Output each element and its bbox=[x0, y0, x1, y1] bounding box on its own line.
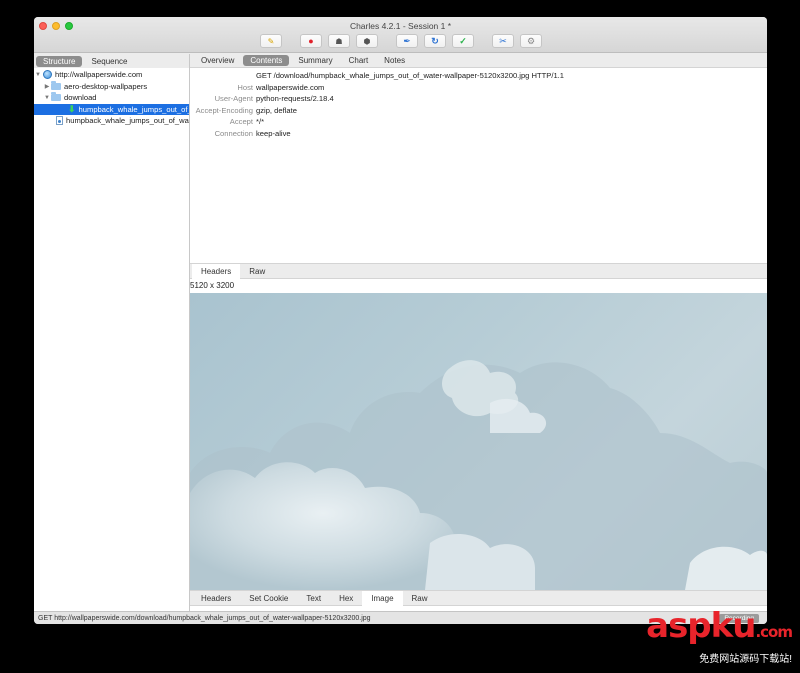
header-row: Host wallpaperswide.com bbox=[190, 82, 767, 94]
repeat-button[interactable]: ↻ bbox=[424, 34, 446, 48]
folder-icon bbox=[51, 80, 61, 91]
cloud-image bbox=[190, 360, 767, 590]
refresh-icon: ↻ bbox=[431, 35, 439, 46]
throttle-button[interactable]: ☗ bbox=[328, 34, 350, 48]
status-text: GET http://wallpaperswide.com/download/h… bbox=[38, 614, 371, 622]
title-bar: Charles 4.2.1 - Session 1 * ✎ ● ☗ ⬢ ✒ ↻ … bbox=[34, 17, 767, 53]
record-icon: ● bbox=[308, 36, 314, 46]
broom-icon: ✎ bbox=[267, 36, 275, 46]
sidebar: Structure Sequence ▼ http://wallpaperswi… bbox=[34, 54, 190, 611]
header-row: User-Agent python-requests/2.18.4 bbox=[190, 93, 767, 105]
structure-tree: ▼ http://wallpaperswide.com ▶ aero-deskt… bbox=[34, 68, 189, 127]
tab-notes[interactable]: Notes bbox=[377, 55, 412, 66]
response-image-preview bbox=[190, 293, 767, 590]
tree-item-download[interactable]: ▼ download bbox=[34, 92, 189, 104]
watermark: aspku.com 免费网站源码下载站! bbox=[646, 606, 793, 665]
request-line: GET /download/humpback_whale_jumps_out_o… bbox=[256, 71, 565, 81]
tree-item-label: humpback_whale_jumps_out_of_water-wallpa… bbox=[66, 116, 189, 126]
request-line-row: GET /download/humpback_whale_jumps_out_o… bbox=[190, 70, 767, 82]
tree-item-aero-desktop-wallpapers[interactable]: ▶ aero-desktop-wallpapers bbox=[34, 80, 189, 93]
tree-item-label: humpback_whale_jumps_out_of_water-wallpa… bbox=[78, 104, 189, 114]
charles-window: Charles 4.2.1 - Session 1 * ✎ ● ☗ ⬢ ✒ ↻ … bbox=[34, 17, 767, 624]
header-key: Connection bbox=[214, 128, 253, 138]
tab-response-headers[interactable]: Headers bbox=[192, 591, 240, 606]
tab-sequence[interactable]: Sequence bbox=[84, 56, 134, 67]
tree-item-host[interactable]: ▼ http://wallpaperswide.com bbox=[34, 69, 189, 81]
turtle-icon: ☗ bbox=[335, 36, 343, 46]
content-tabs: Overview Contents Summary Chart Notes bbox=[190, 54, 767, 68]
chevron-right-icon[interactable]: ▶ bbox=[43, 83, 51, 90]
record-button[interactable]: ● bbox=[300, 34, 322, 48]
tools-icon: ✂ bbox=[499, 35, 507, 46]
content-panel: Overview Contents Summary Chart Notes GE… bbox=[190, 54, 767, 611]
tab-request-raw[interactable]: Raw bbox=[240, 264, 274, 279]
header-value: keep-alive bbox=[256, 128, 291, 138]
header-key: Host bbox=[237, 82, 253, 92]
main-area: Structure Sequence ▼ http://wallpaperswi… bbox=[34, 54, 767, 611]
request-subtabs: Headers Raw bbox=[190, 263, 767, 279]
toolbar: ✎ ● ☗ ⬢ ✒ ↻ ✓ ✂ ⚙ bbox=[34, 34, 767, 50]
tree-item-request[interactable]: humpback_whale_jumps_out_of_water-wallpa… bbox=[34, 115, 189, 127]
header-key: User-Agent bbox=[214, 94, 253, 104]
clear-session-button[interactable]: ✎ bbox=[260, 34, 282, 48]
watermark-logo: aspku.com bbox=[646, 606, 793, 646]
download-arrow-icon: ⬇ bbox=[68, 103, 76, 114]
header-row: Accept */* bbox=[190, 116, 767, 128]
header-key: Accept-Encoding bbox=[195, 105, 253, 115]
chevron-down-icon[interactable]: ▼ bbox=[43, 95, 51, 101]
header-row: Accept-Encoding gzip, deflate bbox=[190, 105, 767, 117]
tab-overview[interactable]: Overview bbox=[194, 55, 241, 66]
checkmark-icon: ✓ bbox=[459, 35, 467, 46]
watermark-tagline: 免费网站源码下载站! bbox=[699, 654, 792, 665]
settings-button[interactable]: ⚙ bbox=[520, 34, 542, 48]
window-title: Charles 4.2.1 - Session 1 * bbox=[349, 21, 452, 31]
tab-hex[interactable]: Hex bbox=[330, 591, 362, 606]
tab-structure[interactable]: Structure bbox=[36, 55, 83, 67]
header-key: Accept bbox=[229, 117, 253, 127]
pen-icon: ✒ bbox=[403, 35, 411, 46]
header-value: python-requests/2.18.4 bbox=[256, 94, 334, 104]
chevron-down-icon[interactable]: ▼ bbox=[34, 72, 42, 78]
tab-request-headers[interactable]: Headers bbox=[192, 263, 241, 279]
breakpoint-button[interactable]: ⬢ bbox=[356, 34, 378, 48]
sidebar-view-switcher: Structure Sequence bbox=[34, 54, 189, 68]
file-icon bbox=[56, 116, 63, 126]
tools-button[interactable]: ✂ bbox=[492, 34, 514, 48]
settings-icon: ⚙ bbox=[526, 35, 536, 46]
header-value: */* bbox=[256, 117, 265, 127]
tab-set-cookie[interactable]: Set Cookie bbox=[240, 591, 297, 606]
tab-image[interactable]: Image bbox=[362, 590, 403, 606]
tree-item-label: http://wallpaperswide.com bbox=[55, 70, 143, 80]
tab-contents[interactable]: Contents bbox=[243, 55, 290, 66]
tab-summary[interactable]: Summary bbox=[291, 55, 339, 66]
breakpoint-icon: ⬢ bbox=[363, 36, 371, 46]
header-value: gzip, deflate bbox=[256, 105, 297, 115]
tree-item-selected-request[interactable]: ⬇ humpback_whale_jumps_out_of_water-wall… bbox=[34, 103, 189, 115]
globe-icon bbox=[42, 70, 52, 80]
compose-button[interactable]: ✒ bbox=[396, 34, 418, 48]
header-value: wallpaperswide.com bbox=[256, 82, 325, 92]
header-row: Connection keep-alive bbox=[190, 128, 767, 140]
image-dimensions: 5120 x 3200 bbox=[190, 281, 235, 290]
folder-icon bbox=[51, 92, 61, 102]
tree-item-label: aero-desktop-wallpapers bbox=[64, 81, 148, 91]
tab-text[interactable]: Text bbox=[297, 591, 330, 606]
request-headers-view: GET /download/humpback_whale_jumps_out_o… bbox=[190, 70, 767, 265]
response-subtabs: Headers Set Cookie Text Hex Image Raw bbox=[190, 590, 767, 606]
validate-button[interactable]: ✓ bbox=[452, 34, 474, 48]
tab-chart[interactable]: Chart bbox=[342, 55, 376, 66]
tree-item-label: download bbox=[64, 93, 97, 103]
tab-response-raw[interactable]: Raw bbox=[403, 591, 437, 606]
